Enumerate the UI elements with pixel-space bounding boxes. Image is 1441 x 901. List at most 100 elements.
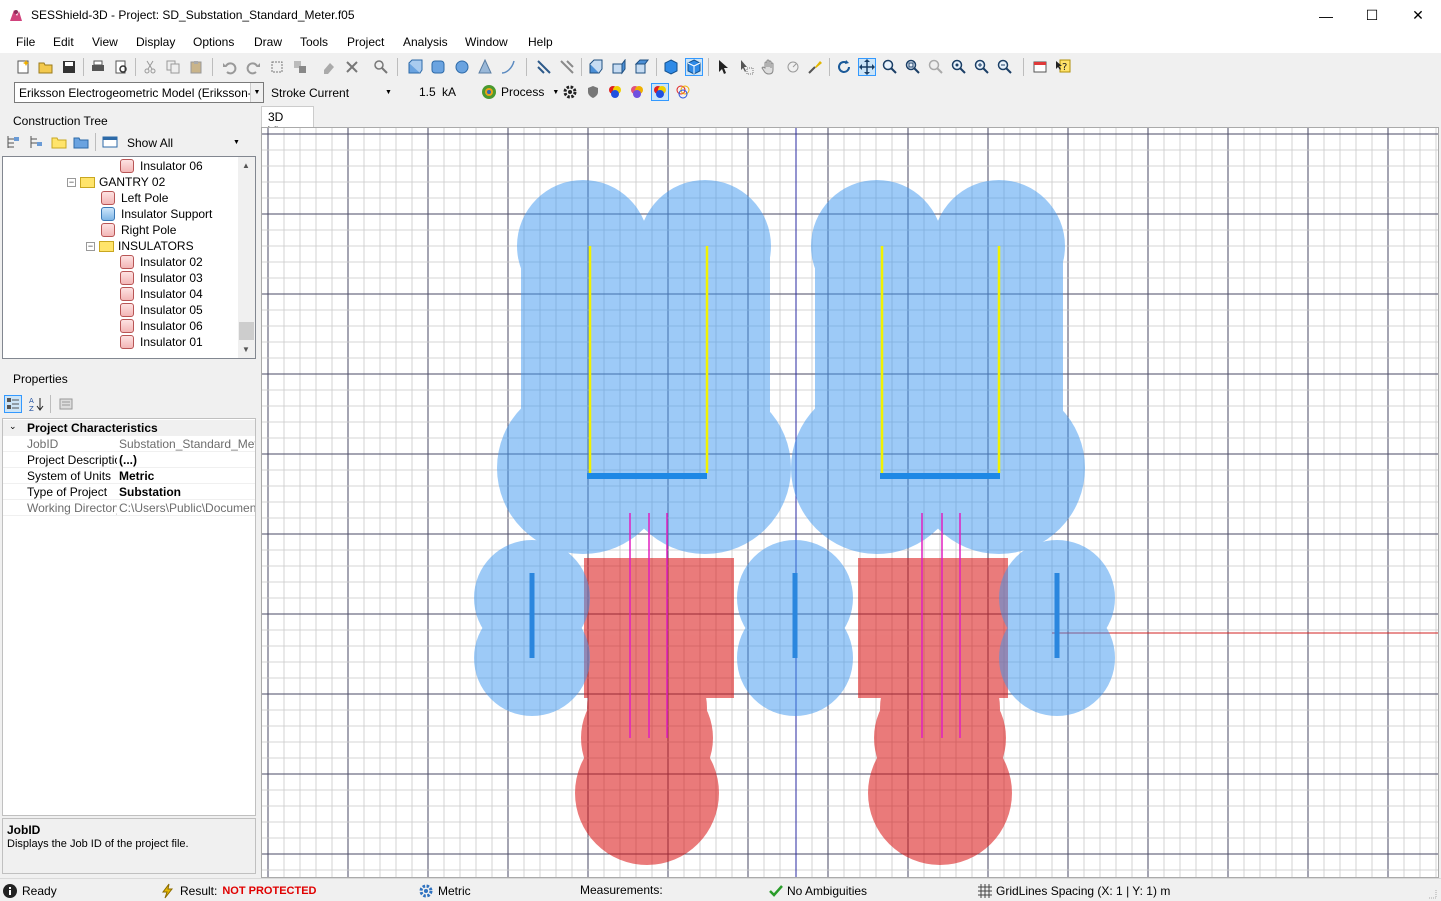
redo-button[interactable] (244, 58, 262, 76)
property-row[interactable]: Type of Project Substation (3, 484, 255, 500)
pan-move-button[interactable] (858, 58, 876, 76)
tree-item[interactable]: Insulator Support (101, 206, 212, 222)
rotate-button[interactable] (835, 58, 853, 76)
zoom-in-button[interactable] (973, 58, 991, 76)
categorized-button[interactable] (4, 395, 22, 413)
scroll-up-icon[interactable]: ▲ (242, 161, 250, 170)
collapse-icon[interactable]: − (67, 177, 76, 187)
tree-item[interactable]: Insulator 05 (120, 302, 203, 318)
probe-button[interactable] (806, 58, 824, 76)
draw-box-button[interactable] (406, 58, 424, 76)
menu-file[interactable]: File (16, 35, 35, 49)
open-file-button[interactable] (37, 58, 55, 76)
expand-all-button[interactable] (4, 133, 22, 151)
measure-button[interactable] (784, 58, 802, 76)
pan-hand-button[interactable] (760, 58, 778, 76)
menu-tools[interactable]: Tools (300, 35, 328, 49)
tree-scrollbar[interactable]: ▲ ▼ (238, 157, 255, 358)
tree-item[interactable]: Insulator 06 (120, 158, 203, 174)
disconnect-button[interactable] (558, 58, 576, 76)
paste-button[interactable] (187, 58, 205, 76)
properties-button[interactable] (1031, 58, 1049, 76)
zoom-all-button[interactable] (950, 58, 968, 76)
tab-3d-view[interactable]: 3D View (261, 106, 314, 138)
menu-help[interactable]: Help (528, 35, 553, 49)
property-row[interactable]: JobID Substation_Standard_Meter (3, 436, 255, 452)
menu-view[interactable]: View (92, 35, 118, 49)
menu-analysis[interactable]: Analysis (403, 35, 448, 49)
view-front-button[interactable] (587, 58, 605, 76)
color-zones-button[interactable] (606, 83, 624, 101)
tree-item[interactable]: Right Pole (101, 222, 176, 238)
tree-item[interactable]: Insulator 04 (120, 286, 203, 302)
model-select[interactable]: Eriksson Electrogeometric Model (Eriksso… (14, 82, 264, 103)
process-button[interactable]: Process ▼ (481, 84, 559, 100)
copy-button[interactable] (164, 58, 182, 76)
scroll-thumb[interactable] (239, 322, 254, 340)
shield-button[interactable] (584, 83, 602, 101)
color-zones-active-button[interactable] (651, 83, 669, 101)
chevron-down-icon[interactable]: ⌄ (9, 421, 17, 432)
chevron-down-icon[interactable]: ▼ (250, 83, 263, 102)
zoom-window-button[interactable] (904, 58, 922, 76)
multi-select-button[interactable] (737, 58, 755, 76)
minimize-button[interactable]: — (1303, 0, 1349, 31)
tree-item[interactable]: − GANTRY 02 (67, 174, 165, 190)
zoom-button[interactable] (881, 58, 899, 76)
draw-wire-button[interactable] (499, 58, 517, 76)
property-row[interactable]: System of Units Metric (3, 468, 255, 484)
property-value[interactable]: Metric (119, 469, 255, 483)
chevron-down-icon[interactable]: ▼ (382, 83, 395, 102)
show-filter-icon-button[interactable] (101, 133, 119, 151)
open-folder-button[interactable] (72, 133, 90, 151)
delete-button[interactable] (343, 58, 361, 76)
resize-grip-icon[interactable] (1425, 887, 1437, 899)
tree-filter-select[interactable]: Show All ▼ (122, 132, 244, 153)
save-button[interactable] (60, 58, 78, 76)
view-3d-button[interactable] (685, 58, 703, 76)
property-pages-button[interactable] (57, 395, 75, 413)
tree-item[interactable]: Insulator 06 (120, 318, 203, 334)
zoom-previous-button[interactable] (927, 58, 945, 76)
menu-draw[interactable]: Draw (254, 35, 282, 49)
tree-item[interactable]: Insulator 02 (120, 254, 203, 270)
scene-canvas[interactable] (262, 128, 1439, 878)
draw-rounded-box-button[interactable] (429, 58, 447, 76)
undo-button[interactable] (221, 58, 239, 76)
sort-alpha-button[interactable]: AZ (27, 395, 45, 413)
menu-options[interactable]: Options (193, 35, 234, 49)
new-folder-button[interactable] (50, 133, 68, 151)
property-value[interactable]: (...) (119, 453, 255, 467)
3d-viewport[interactable] (261, 127, 1439, 878)
select-region-button[interactable] (268, 58, 286, 76)
cut-button[interactable] (141, 58, 159, 76)
settings-button[interactable] (561, 83, 579, 101)
draw-cone-button[interactable] (476, 58, 494, 76)
close-button[interactable]: ✕ (1395, 0, 1441, 31)
tree-item[interactable]: Left Pole (101, 190, 168, 206)
property-row[interactable]: Project Descriptior (...) (3, 452, 255, 468)
find-button[interactable] (372, 58, 390, 76)
connect-button[interactable] (535, 58, 553, 76)
view-top-button[interactable] (633, 58, 651, 76)
chevron-down-icon[interactable]: ▼ (230, 133, 243, 152)
color-zones-alt-button[interactable] (628, 83, 646, 101)
print-button[interactable] (89, 58, 107, 76)
menu-window[interactable]: Window (465, 35, 508, 49)
collapse-all-button[interactable] (27, 133, 45, 151)
group-button[interactable] (291, 58, 309, 76)
view-iso-button[interactable] (662, 58, 680, 76)
menu-edit[interactable]: Edit (53, 35, 74, 49)
select-pointer-button[interactable] (714, 58, 732, 76)
erase-button[interactable] (320, 58, 338, 76)
color-zones-outline-button[interactable] (674, 83, 692, 101)
current-value-input[interactable]: 1.5 (419, 85, 436, 99)
tree-item[interactable]: − INSULATORS (86, 238, 194, 254)
collapse-icon[interactable]: − (86, 241, 95, 251)
draw-sphere-button[interactable] (453, 58, 471, 76)
maximize-button[interactable]: ☐ (1349, 0, 1395, 31)
context-help-button[interactable]: ? (1054, 58, 1072, 76)
view-side-button[interactable] (610, 58, 628, 76)
new-file-button[interactable] (14, 58, 32, 76)
property-row[interactable]: Working Directory C:\Users\Public\Docume… (3, 500, 255, 516)
